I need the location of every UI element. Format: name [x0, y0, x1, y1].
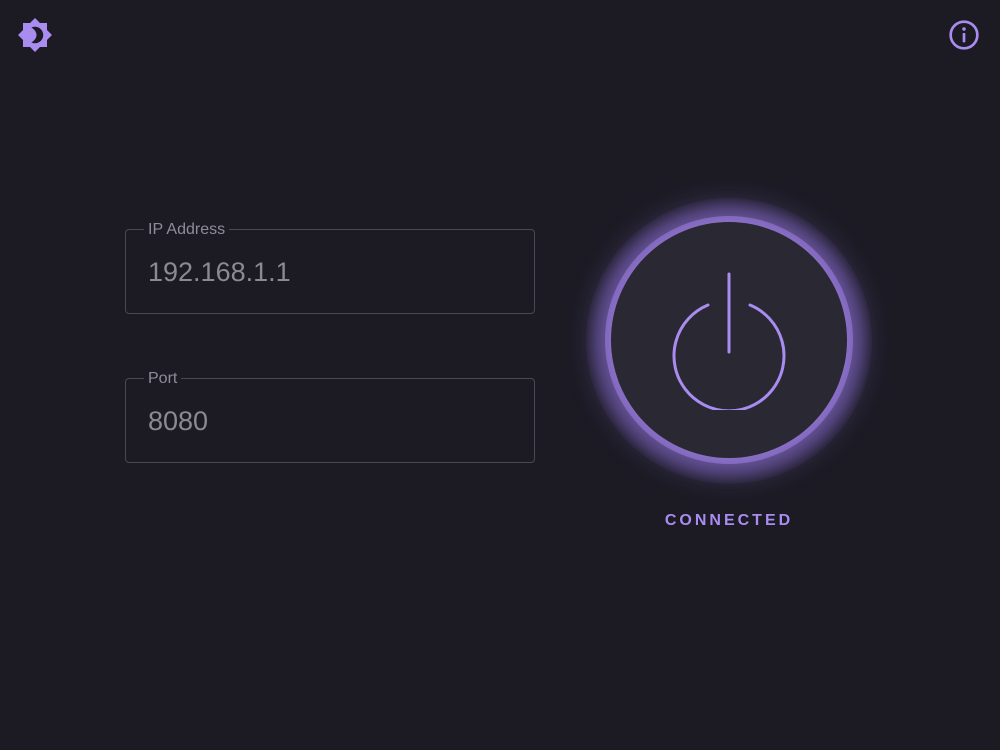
- ip-address-input[interactable]: [148, 252, 508, 292]
- theme-toggle-button[interactable]: [16, 16, 54, 54]
- power-icon: [672, 272, 786, 410]
- ip-address-field: IP Address: [125, 220, 535, 314]
- port-field: Port: [125, 369, 535, 463]
- connection-status: CONNECTED: [664, 512, 794, 529]
- info-icon: [949, 20, 979, 50]
- port-label: Port: [144, 369, 182, 389]
- main-screen: IP Address Port CONNECTED: [0, 0, 1000, 750]
- port-input[interactable]: [148, 401, 508, 441]
- info-button[interactable]: [945, 16, 983, 54]
- power-button[interactable]: [611, 222, 847, 458]
- ip-address-label: IP Address: [144, 220, 230, 240]
- brightness-icon: [18, 18, 52, 52]
